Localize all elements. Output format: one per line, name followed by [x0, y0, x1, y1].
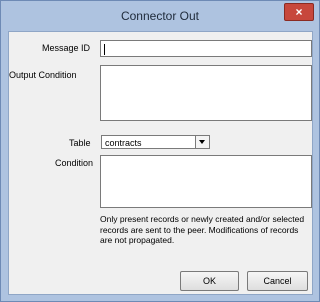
output-condition-label: Output Condition: [9, 70, 77, 80]
dialog-window: Connector Out × Message ID Output Condit…: [0, 0, 320, 302]
chevron-down-icon[interactable]: [195, 136, 209, 148]
text-caret: [104, 44, 105, 55]
table-label: Table: [69, 138, 91, 148]
ok-button[interactable]: OK: [180, 271, 239, 291]
table-select-value: contracts: [105, 138, 142, 148]
dialog-title: Connector Out: [120, 9, 200, 23]
output-condition-textarea[interactable]: [100, 65, 312, 121]
dialog-body: Message ID Output Condition Table contra…: [8, 31, 313, 295]
message-id-input[interactable]: [100, 40, 312, 57]
condition-textarea[interactable]: [100, 155, 312, 208]
title-bar[interactable]: Connector Out ×: [1, 1, 319, 29]
info-note: Only present records or newly created an…: [100, 214, 305, 245]
message-id-label: Message ID: [42, 43, 91, 53]
close-button[interactable]: ×: [284, 3, 314, 21]
cancel-button[interactable]: Cancel: [247, 271, 308, 291]
close-icon: ×: [295, 5, 303, 19]
table-select[interactable]: contracts: [101, 135, 210, 149]
condition-label: Condition: [55, 158, 94, 168]
